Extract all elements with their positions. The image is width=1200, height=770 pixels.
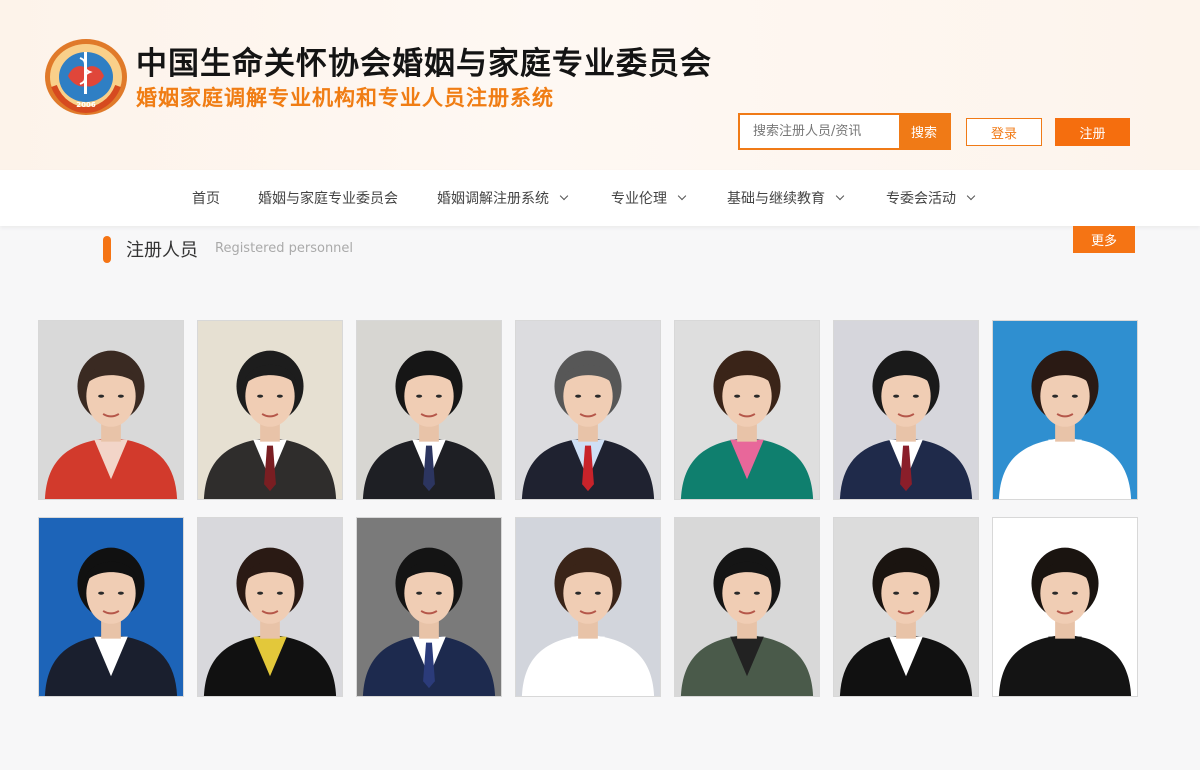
personnel-photo-card[interactable] (833, 517, 979, 697)
site-header: 2006 中国生命关怀协会婚姻与家庭专业委员会 婚姻家庭调解专业机构和专业人员注… (0, 0, 1200, 170)
personnel-photo-card[interactable] (674, 517, 820, 697)
personnel-photo-card[interactable] (992, 517, 1138, 697)
nav-item-label: 专业伦理 (611, 191, 667, 207)
portrait-photo (39, 518, 183, 696)
nav-item-education[interactable]: 基础与继续教育 (727, 170, 845, 226)
portrait-photo (516, 321, 660, 499)
nav-item-label: 首页 (192, 191, 220, 207)
portrait-photo (834, 518, 978, 696)
portrait-photo (993, 321, 1137, 499)
search-button[interactable]: 搜索 (899, 115, 949, 148)
site-title: 中国生命关怀协会婚姻与家庭专业委员会 (136, 46, 712, 82)
portrait-photo (993, 518, 1137, 696)
personnel-photo-card[interactable] (992, 320, 1138, 500)
portrait-photo (675, 518, 819, 696)
portrait-photo (198, 321, 342, 499)
nav-item-label: 婚姻调解注册系统 (437, 191, 549, 207)
search-box: 搜索 (738, 113, 951, 150)
chevron-down-icon (677, 191, 687, 201)
personnel-photo-card[interactable] (38, 320, 184, 500)
portrait-photo (675, 321, 819, 499)
personnel-photo-card[interactable] (515, 517, 661, 697)
search-input[interactable] (740, 115, 899, 148)
main-nav: 首页 婚姻与家庭专业委员会 婚姻调解注册系统 专业伦理 基础与继续教育 专委会活… (0, 170, 1200, 226)
portrait-photo (516, 518, 660, 696)
nav-item-label: 婚姻与家庭专业委员会 (258, 191, 398, 207)
personnel-photo-card[interactable] (197, 517, 343, 697)
personnel-photo-card[interactable] (356, 517, 502, 697)
login-button[interactable]: 登录 (966, 118, 1042, 146)
personnel-photo-card[interactable] (356, 320, 502, 500)
nav-item-label: 专委会活动 (886, 191, 956, 207)
personnel-photo-card[interactable] (674, 320, 820, 500)
personnel-photo-card[interactable] (833, 320, 979, 500)
nav-item-registration-system[interactable]: 婚姻调解注册系统 (437, 170, 569, 226)
personnel-photo-card[interactable] (515, 320, 661, 500)
portrait-photo (357, 518, 501, 696)
site-subtitle: 婚姻家庭调解专业机构和专业人员注册系统 (136, 85, 554, 110)
portrait-photo (39, 321, 183, 499)
nav-item-ethics[interactable]: 专业伦理 (611, 170, 687, 226)
association-logo[interactable]: 2006 (44, 38, 128, 116)
section-accent-bar (103, 236, 111, 263)
more-button[interactable]: 更多 (1073, 226, 1135, 253)
svg-text:2006: 2006 (76, 101, 96, 109)
personnel-photo-card[interactable] (38, 517, 184, 697)
nav-item-committee[interactable]: 婚姻与家庭专业委员会 (258, 170, 398, 226)
nav-item-home[interactable]: 首页 (192, 170, 220, 226)
portrait-photo (198, 518, 342, 696)
portrait-photo (834, 321, 978, 499)
register-button[interactable]: 注册 (1055, 118, 1130, 146)
chevron-down-icon (559, 191, 569, 201)
nav-item-activities[interactable]: 专委会活动 (886, 170, 976, 226)
section-subtitle: Registered personnel (215, 241, 354, 256)
chevron-down-icon (966, 191, 976, 201)
personnel-photo-card[interactable] (197, 320, 343, 500)
chevron-down-icon (835, 191, 845, 201)
nav-item-label: 基础与继续教育 (727, 191, 825, 207)
section-title: 注册人员 (126, 240, 198, 261)
portrait-photo (357, 321, 501, 499)
